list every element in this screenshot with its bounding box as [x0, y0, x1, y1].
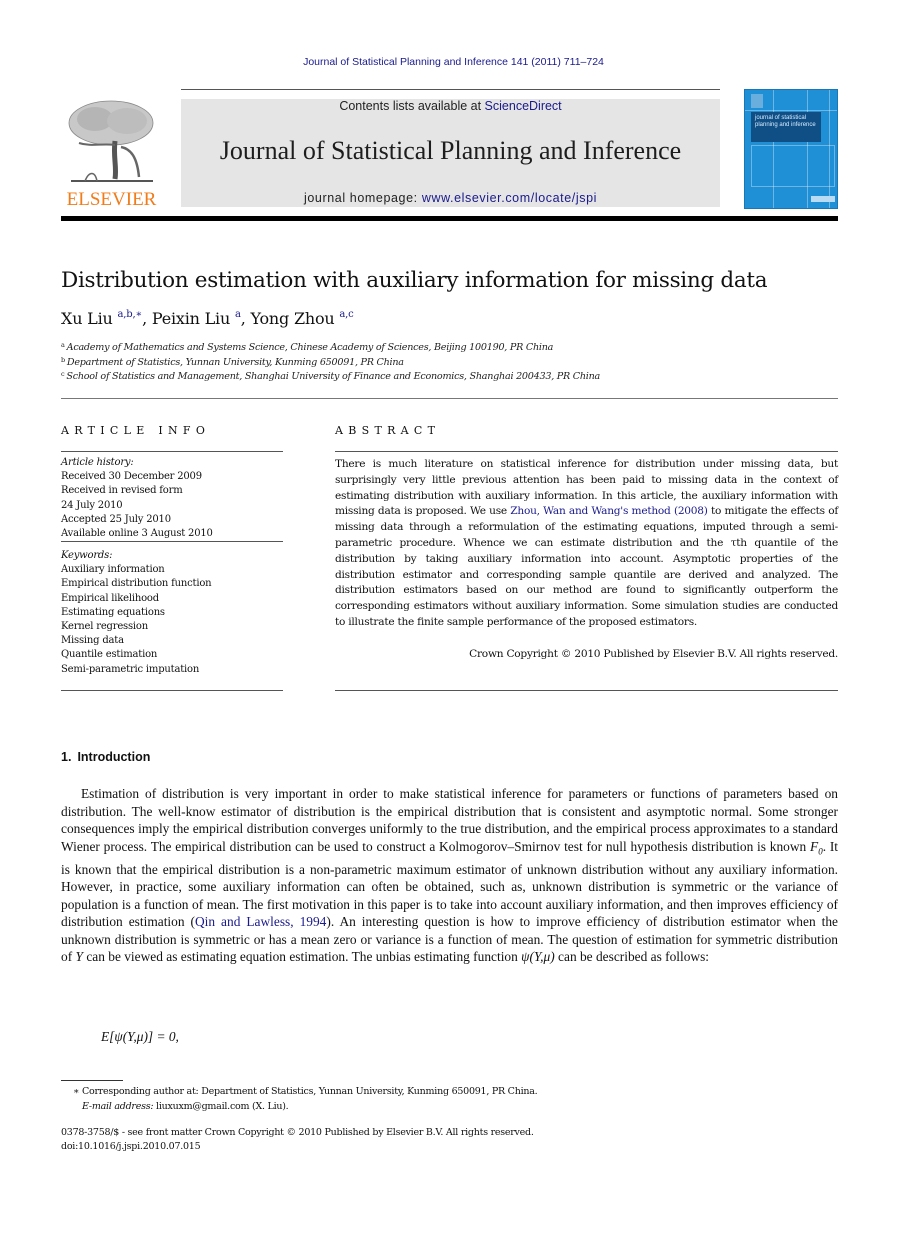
author-separator: , [240, 309, 251, 328]
homepage-link[interactable]: www.elsevier.com/locate/jspi [422, 191, 597, 205]
section-heading-introduction: 1. Introduction [61, 750, 156, 764]
history-item: Received 30 December 2009 [61, 471, 202, 483]
keyword: Semi-parametric imputation [61, 663, 200, 675]
journal-title: Journal of Statistical Planning and Infe… [219, 136, 682, 165]
affiliation: a Academy of Mathematics and Systems Scie… [61, 341, 600, 356]
author[interactable]: Peixin Liu a [152, 309, 241, 328]
introduction-paragraph: Estimation of distribution is very impor… [61, 785, 838, 966]
history-item: Available online 3 August 2010 [61, 528, 213, 540]
sciencedirect-link[interactable]: ScienceDirect [485, 99, 562, 113]
homepage-prefix: journal homepage: [303, 191, 422, 205]
article-title: Distribution estimation with auxiliary i… [61, 268, 768, 293]
affiliation-key: a [61, 341, 65, 349]
affiliation-key: c [61, 370, 65, 378]
keywords-label: Keywords: [61, 550, 113, 561]
footnotes: ∗ Corresponding author at: Department of… [73, 1084, 538, 1114]
contents-prefix: Contents lists available at [339, 99, 485, 113]
abstract-text: There is much literature on statistical … [335, 457, 838, 631]
history-item: 24 July 2010 [61, 499, 123, 511]
author-affiliation-marker[interactable]: a,b,∗ [118, 309, 143, 320]
keyword: Estimating equations [61, 606, 165, 618]
keyword: Quantile estimation [61, 649, 158, 661]
author[interactable]: Yong Zhou a,c [251, 309, 354, 328]
equation: E[ψ(Y,μ)] = 0, [101, 1029, 179, 1045]
author[interactable]: Xu Liu a,b,∗ [61, 309, 142, 328]
keyword: Auxiliary information [61, 564, 165, 576]
math-symbol: F [810, 838, 819, 854]
abstract-rule [335, 690, 838, 691]
elsevier-tree-icon [68, 100, 154, 182]
email-label: E-mail address: [82, 1101, 154, 1112]
affiliation-text: Academy of Mathematics and Systems Scien… [66, 342, 554, 353]
abstract-copyright: Crown Copyright © 2010 Published by Else… [469, 648, 838, 660]
equation-text: E[ψ(Y,μ)] = 0, [101, 1029, 179, 1044]
homepage-line: journal homepage: www.elsevier.com/locat… [181, 191, 720, 205]
affiliation-text: Department of Statistics, Yunnan Univers… [66, 356, 404, 368]
section-number: 1. [61, 750, 72, 764]
paragraph-text: Estimation of distribution is very impor… [61, 786, 838, 854]
article-history-label: Article history: [61, 457, 134, 468]
article-info-heading: ARTICLE INFO [61, 424, 211, 437]
keyword: Empirical likelihood [61, 592, 159, 604]
cover-title: journal of statistical planning and infe… [755, 115, 816, 128]
article-info-rule [61, 541, 283, 542]
history-item: Received in revised form [61, 485, 183, 497]
paragraph-text: can be described as follows: [554, 949, 710, 965]
affiliation: c School of Statistics and Management, Sh… [61, 370, 600, 385]
issn-line: 0378-3758/$ - see front matter Crown Cop… [61, 1127, 534, 1138]
author-name: Yong Zhou [250, 309, 335, 328]
affiliations: a Academy of Mathematics and Systems Scie… [61, 341, 600, 385]
keyword: Missing data [61, 635, 124, 647]
math-f0: F0 [810, 838, 823, 857]
author-name: Xu Liu [61, 309, 113, 328]
footnote-rule [61, 1080, 123, 1081]
doi-line[interactable]: doi:10.1016/j.jspi.2010.07.015 [61, 1140, 534, 1154]
author-name: Peixin Liu [151, 309, 231, 328]
author-separator: , [142, 309, 152, 328]
author-list: Xu Liu a,b,∗, Peixin Liu a, Yong Zhou a,… [61, 309, 354, 328]
elsevier-logo[interactable]: ELSEVIER [61, 97, 162, 210]
section-divider [61, 398, 838, 399]
article-info-rule [61, 690, 283, 691]
math-function: ψ(Y,μ) [521, 949, 555, 965]
email-address[interactable]: liuxuxm@gmail.com (X. Liu). [153, 1101, 289, 1112]
paragraph-text: can be viewed as estimating equation est… [82, 949, 522, 965]
front-matter: 0378-3758/$ - see front matter Crown Cop… [61, 1126, 534, 1154]
email-note: E-mail address: liuxuxm@gmail.com (X. Li… [73, 1099, 537, 1114]
abstract-heading: ABSTRACT [335, 424, 441, 437]
journal-cover-thumbnail[interactable]: journal of statistical planning and infe… [744, 89, 838, 209]
section-title: Introduction [77, 750, 151, 764]
elsevier-wordmark: ELSEVIER [66, 189, 157, 210]
history-item: Accepted 25 July 2010 [61, 513, 171, 525]
intro-citation-link[interactable]: Qin and Lawless, 1994 [195, 914, 326, 929]
keyword: Empirical distribution function [61, 578, 212, 590]
abstract-rule [335, 451, 838, 452]
article-history: Article history: Received 30 December 20… [61, 456, 213, 541]
article-info-rule [61, 451, 283, 452]
affiliation: b Department of Statistics, Yunnan Univer… [61, 356, 600, 371]
abstract-citation-link[interactable]: Zhou, Wan and Wang's method (2008) [510, 505, 708, 517]
cover-publisher-badge-icon [811, 196, 835, 202]
corresponding-author-note: ∗ Corresponding author at: Department of… [73, 1086, 538, 1097]
journal-banner: Contents lists available at ScienceDirec… [181, 99, 720, 207]
keywords: Keywords: Auxiliary information Empirica… [61, 549, 212, 677]
author-affiliation-marker[interactable]: a,c [339, 309, 353, 320]
cover-emblem-icon [751, 94, 763, 108]
affiliation-key: b [61, 355, 65, 364]
math-variable: Y [75, 949, 83, 965]
masthead-top-rule [181, 89, 720, 90]
cover-grid-line [745, 110, 837, 111]
running-head[interactable]: Journal of Statistical Planning and Infe… [0, 56, 907, 68]
abstract-text-part: to mitigate the effects of missing data … [335, 505, 838, 628]
cover-frame [751, 145, 835, 187]
keyword: Kernel regression [61, 621, 148, 633]
masthead-bottom-rule [61, 216, 838, 221]
contents-line: Contents lists available at ScienceDirec… [181, 99, 720, 113]
affiliation-text: School of Statistics and Management, Sha… [66, 371, 601, 382]
